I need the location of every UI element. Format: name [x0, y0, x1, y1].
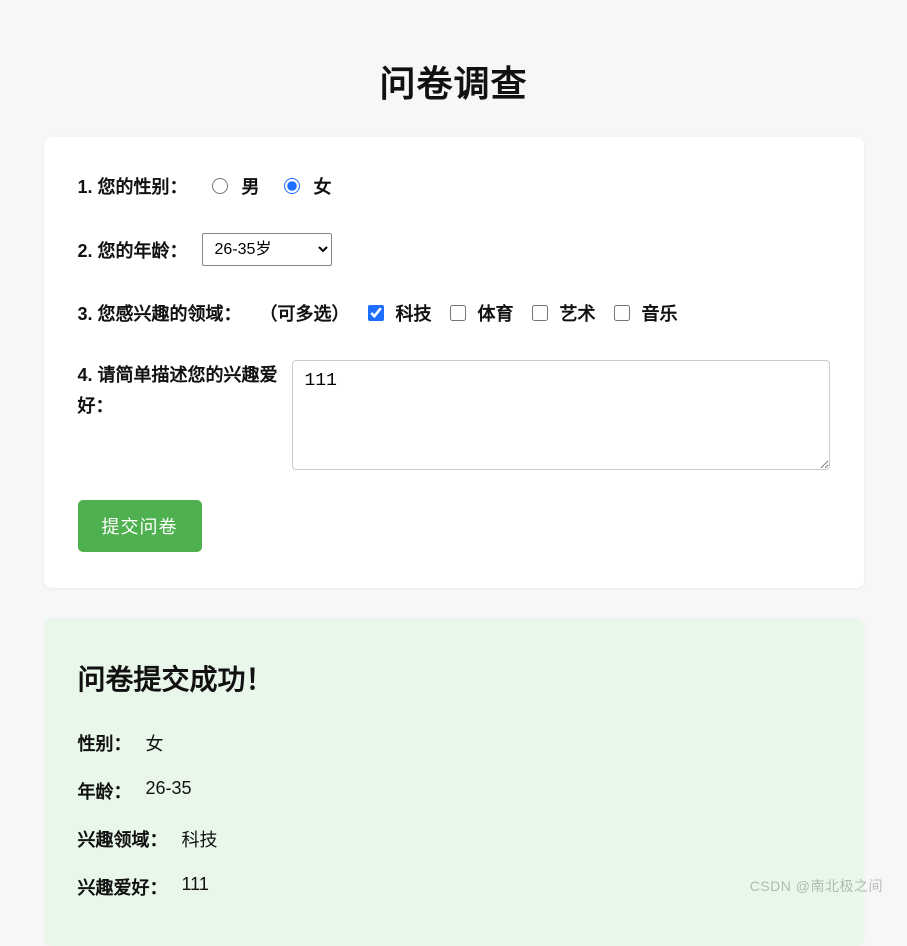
- gender-option-male: 男: [212, 173, 260, 199]
- field-tech-text: 科技: [396, 300, 432, 326]
- field-option-music: 音乐: [614, 300, 678, 326]
- result-card: 问卷提交成功！ 性别： 女 年龄： 26-35 兴趣领域： 科技 兴趣爱好： 1…: [44, 618, 864, 946]
- survey-form-card: 1. 您的性别： 男 女 2. 您的年龄： 26-35岁 3. 您感兴趣的领域：…: [44, 137, 864, 588]
- gender-radio-female[interactable]: [284, 178, 300, 194]
- result-gender-label: 性别：: [78, 730, 132, 756]
- field-hint: （可多选）: [260, 300, 350, 326]
- result-age-value: 26-35: [146, 778, 192, 804]
- field-option-tech: 科技: [368, 300, 432, 326]
- field-music-text: 音乐: [642, 300, 678, 326]
- result-field-label: 兴趣领域：: [78, 826, 168, 852]
- gender-radio-male[interactable]: [212, 178, 228, 194]
- field-checkbox-tech[interactable]: [368, 305, 384, 321]
- field-option-sport: 体育: [450, 300, 514, 326]
- result-hobby-value: 111: [182, 874, 209, 900]
- result-row-age: 年龄： 26-35: [78, 778, 830, 804]
- field-checkbox-art[interactable]: [532, 305, 548, 321]
- age-select[interactable]: 26-35岁: [202, 233, 332, 266]
- question-age: 2. 您的年龄： 26-35岁: [78, 233, 830, 266]
- gender-label: 1. 您的性别：: [78, 173, 188, 199]
- result-row-hobby: 兴趣爱好： 111: [78, 874, 830, 900]
- question-gender: 1. 您的性别： 男 女: [78, 173, 830, 199]
- field-option-art: 艺术: [532, 300, 596, 326]
- field-art-text: 艺术: [560, 300, 596, 326]
- field-sport-text: 体育: [478, 300, 514, 326]
- field-checkbox-music[interactable]: [614, 305, 630, 321]
- gender-female-text: 女: [314, 173, 332, 199]
- result-hobby-label: 兴趣爱好：: [78, 874, 168, 900]
- page-title: 问卷调查: [0, 0, 907, 137]
- field-label: 3. 您感兴趣的领域：: [78, 300, 242, 326]
- result-row-gender: 性别： 女: [78, 730, 830, 756]
- age-label: 2. 您的年龄：: [78, 237, 188, 263]
- hobby-textarea[interactable]: [292, 360, 830, 470]
- gender-male-text: 男: [242, 173, 260, 199]
- watermark: CSDN @南北极之间: [750, 876, 883, 896]
- field-checkbox-sport[interactable]: [450, 305, 466, 321]
- result-title: 问卷提交成功！: [78, 658, 830, 698]
- result-row-field: 兴趣领域： 科技: [78, 826, 830, 852]
- result-gender-value: 女: [146, 730, 164, 756]
- submit-button[interactable]: 提交问卷: [78, 500, 202, 552]
- hobby-label: 4. 请简单描述您的兴趣爱好：: [78, 360, 278, 421]
- result-age-label: 年龄：: [78, 778, 132, 804]
- result-field-value: 科技: [182, 826, 218, 852]
- question-hobby: 4. 请简单描述您的兴趣爱好：: [78, 360, 830, 470]
- gender-option-female: 女: [284, 173, 332, 199]
- question-field: 3. 您感兴趣的领域： （可多选） 科技 体育 艺术 音乐: [78, 300, 830, 326]
